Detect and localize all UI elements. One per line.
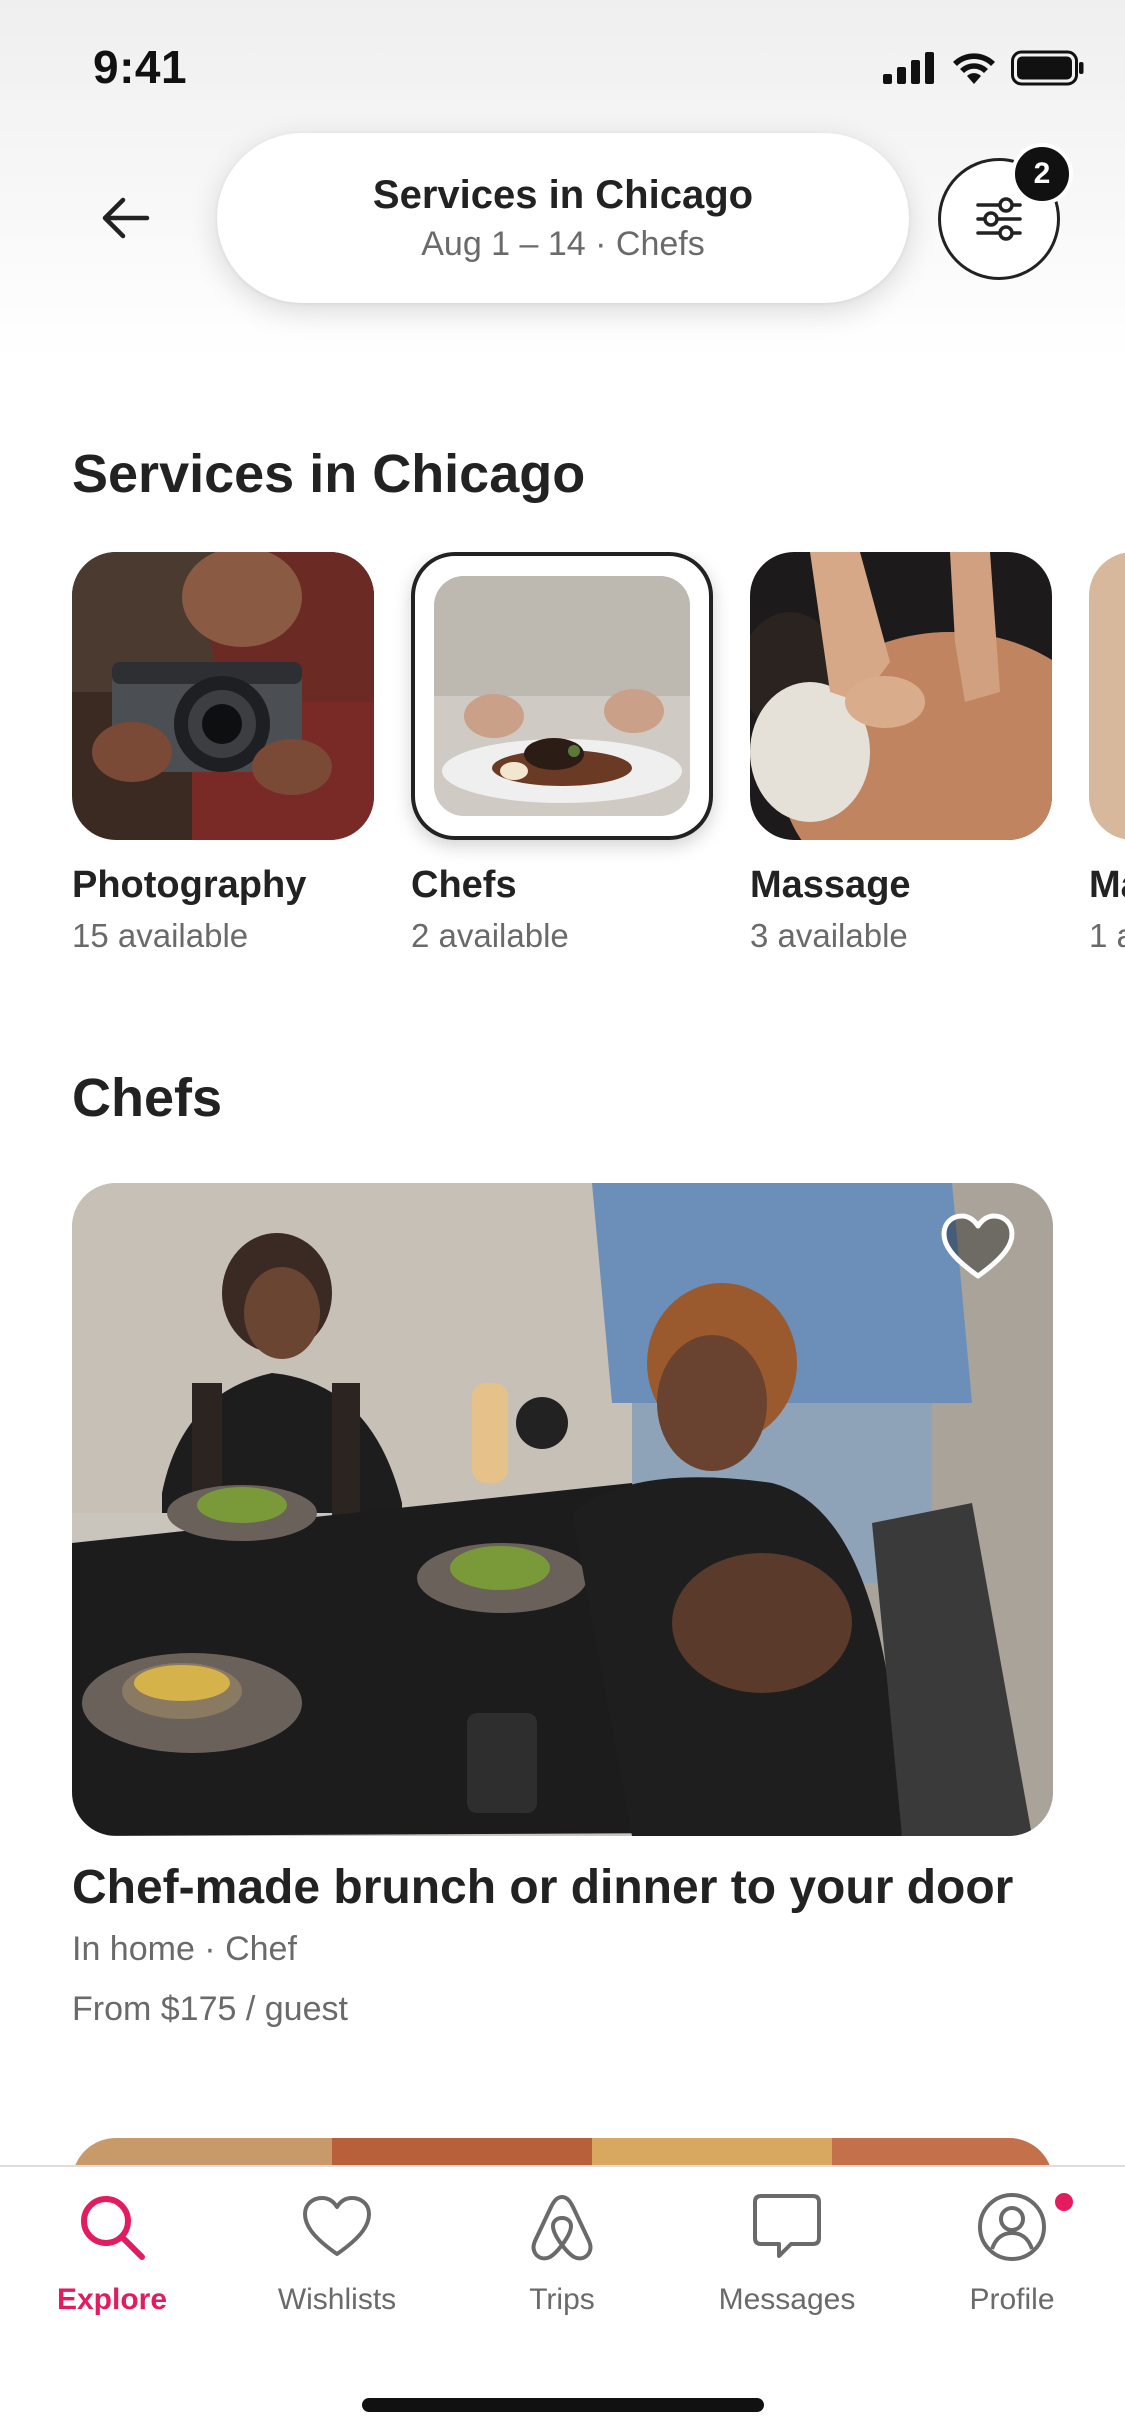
category-count: 15 available <box>72 917 249 954</box>
category-label: Massage <box>750 864 911 906</box>
photography-image <box>72 552 374 840</box>
bottom-tab-bar: Explore Wishlists Trips Messages Profile <box>0 2165 1125 2436</box>
category-photography[interactable]: Photography 15 available <box>72 552 374 955</box>
profile-notification-dot <box>1052 2190 1076 2214</box>
category-massage[interactable]: Massage 3 available <box>750 552 1052 955</box>
category-label: Chefs <box>411 864 517 906</box>
selected-category-frame <box>411 552 713 840</box>
sliders-icon <box>976 197 1022 241</box>
category-label: Ma <box>1089 864 1125 906</box>
message-icon <box>753 2194 821 2258</box>
battery-icon <box>1011 50 1084 86</box>
status-time: 9:41 <box>93 41 188 93</box>
category-partial[interactable]: Ma 1 a <box>1089 552 1125 955</box>
category-count: 2 available <box>411 917 569 954</box>
services-section-title: Services in Chicago <box>72 444 586 504</box>
profile-icon <box>978 2193 1046 2261</box>
listing-photo[interactable] <box>72 1183 1053 1836</box>
tab-label: Messages <box>718 2283 856 2316</box>
category-count: 3 available <box>750 917 908 954</box>
cellular-signal-icon <box>883 52 934 84</box>
chefs-section-title: Chefs <box>72 1068 223 1128</box>
tab-wishlists[interactable]: Wishlists <box>242 2189 432 2317</box>
wishlist-heart-button[interactable] <box>940 1212 1016 1282</box>
tab-profile[interactable]: Profile <box>917 2189 1107 2317</box>
chefs-image <box>434 576 690 816</box>
listing-meta: In home · Chef <box>72 1930 297 1968</box>
tab-label: Profile <box>969 2283 1055 2316</box>
category-chefs[interactable]: Chefs 2 available <box>411 552 713 955</box>
tab-explore[interactable]: Explore <box>17 2189 207 2317</box>
airbnb-logo-icon <box>531 2195 593 2261</box>
arrow-left-icon <box>102 197 150 239</box>
search-icon <box>81 2196 145 2260</box>
tab-label: Wishlists <box>277 2283 397 2316</box>
tab-messages[interactable]: Messages <box>692 2189 882 2317</box>
filter-count-badge: 2 <box>1011 143 1073 205</box>
massage-image <box>750 552 1052 840</box>
search-title: Services in Chicago <box>372 172 754 217</box>
listing-price: From $175 / guest <box>72 1990 348 2028</box>
category-count: 1 a <box>1089 917 1125 954</box>
category-label: Photography <box>72 864 307 906</box>
back-button[interactable] <box>90 182 162 254</box>
heart-icon <box>941 1213 1015 1279</box>
search-subtitle: Aug 1 – 14 · Chefs <box>421 224 705 263</box>
category-partial-image <box>1089 552 1125 840</box>
status-icons <box>883 48 1085 88</box>
listing-title[interactable]: Chef-made brunch or dinner to your door <box>72 1860 1013 1915</box>
service-categories-carousel[interactable]: Photography 15 available Chefs 2 availab… <box>72 552 1125 972</box>
heart-icon <box>303 2196 371 2256</box>
wifi-icon <box>953 53 995 84</box>
tab-label: Explore <box>56 2283 168 2316</box>
search-summary-pill[interactable]: Services in Chicago Aug 1 – 14 · Chefs <box>217 133 909 303</box>
services-page: 9:41 Services in Chicago Aug 1 – 14 · Ch… <box>0 0 1125 2436</box>
tab-trips[interactable]: Trips <box>467 2189 657 2317</box>
tab-label: Trips <box>529 2283 595 2316</box>
home-indicator[interactable] <box>362 2398 764 2412</box>
